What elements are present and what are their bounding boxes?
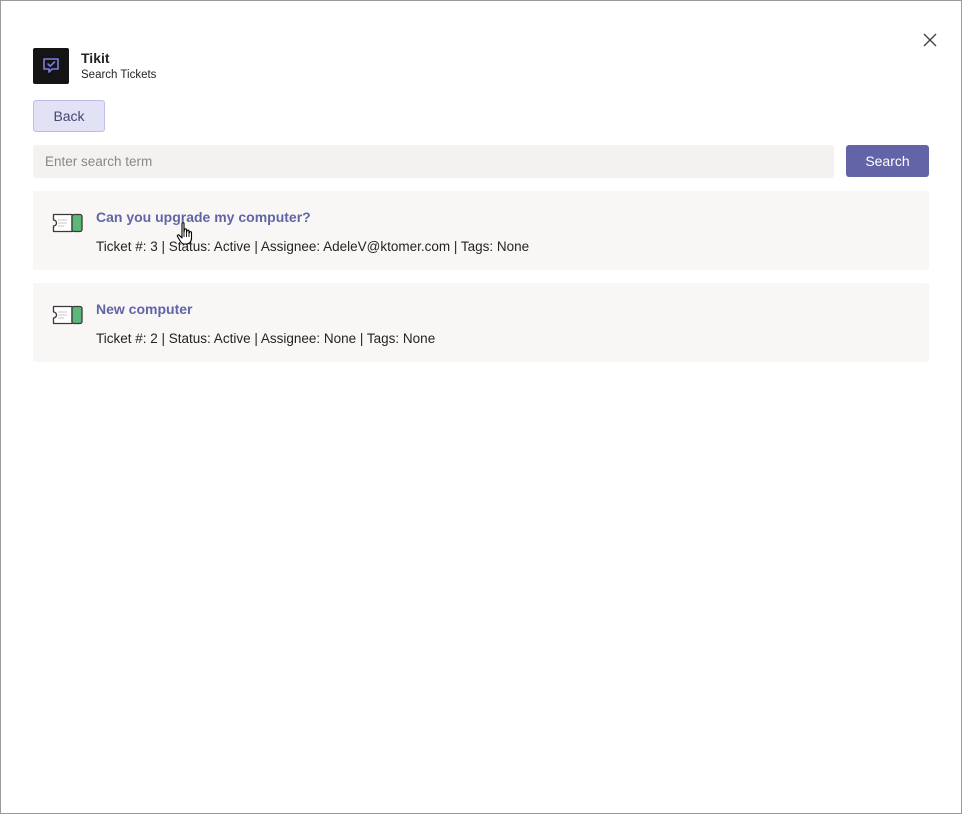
ticket-meta: Ticket #: 3 | Status: Active | Assignee:… xyxy=(96,239,530,254)
ticket-results-list: Can you upgrade my computer? Ticket #: 3… xyxy=(33,191,929,375)
back-button[interactable]: Back xyxy=(33,100,105,132)
ticket-icon xyxy=(52,305,83,325)
search-input[interactable] xyxy=(33,145,834,178)
app-header: Tikit Search Tickets xyxy=(33,47,156,85)
search-tickets-dialog: Tikit Search Tickets Back Search Can you… xyxy=(0,0,962,814)
ticket-icon xyxy=(52,213,83,233)
ticket-title[interactable]: New computer xyxy=(96,300,192,318)
close-icon[interactable] xyxy=(919,29,941,51)
app-logo xyxy=(33,48,69,84)
search-button[interactable]: Search xyxy=(846,145,929,177)
ticket-title[interactable]: Can you upgrade my computer? xyxy=(96,208,311,226)
close-button[interactable] xyxy=(919,29,941,51)
ticket-card[interactable]: New computer Ticket #: 2 | Status: Activ… xyxy=(33,283,929,362)
ticket-meta: Ticket #: 2 | Status: Active | Assignee:… xyxy=(96,331,436,346)
app-name: Tikit xyxy=(81,50,110,66)
app-subtitle: Search Tickets xyxy=(81,69,157,81)
ticket-card[interactable]: Can you upgrade my computer? Ticket #: 3… xyxy=(33,191,929,270)
app-titles: Tikit Search Tickets xyxy=(81,49,156,83)
tikit-logo-icon xyxy=(43,58,59,73)
